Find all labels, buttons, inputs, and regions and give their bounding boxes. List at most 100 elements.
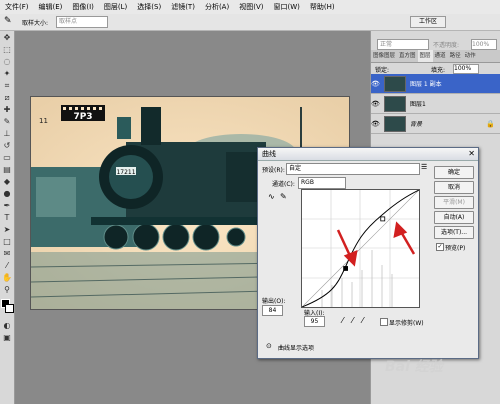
layer-name: 图层1 (410, 101, 426, 108)
expand-icon[interactable]: ⊙ (266, 342, 272, 350)
dialog-title: 曲线 (258, 148, 478, 161)
stamp-tool-icon[interactable]: ⊥ (2, 129, 12, 139)
brush-tool-icon[interactable]: ✎ (2, 117, 12, 127)
quick-mask-icon[interactable]: ◐ (2, 321, 12, 331)
smooth-button[interactable]: 平滑(M) (434, 196, 474, 209)
layer-thumbnail (384, 95, 406, 112)
lasso-tool-icon[interactable]: ◌ (2, 57, 12, 67)
options-button[interactable]: 选项(T)... (434, 226, 474, 239)
fill-input[interactable]: 100% (453, 64, 479, 74)
tab-channels[interactable]: 通道 (433, 50, 448, 62)
ok-button[interactable]: 确定 (434, 166, 474, 179)
menu-layer[interactable]: 图层(L) (99, 0, 132, 14)
tab-layers[interactable]: 图层 (417, 50, 433, 62)
output-field[interactable]: 84 (262, 305, 283, 316)
curve-edit-icon[interactable]: ∿ (268, 192, 275, 201)
layer-row-background[interactable]: 👁 背景 🔒 (371, 114, 500, 134)
lock-icon: 🔒 (486, 119, 495, 128)
panel-tabs: 图像图层 直方图 图层 通道 路径 动作 (371, 50, 500, 63)
menu-help[interactable]: 帮助(H) (305, 0, 340, 14)
layer-name: 背景 (410, 121, 423, 128)
clipping-checkbox[interactable] (380, 318, 388, 326)
menu-image[interactable]: 图像(I) (67, 0, 99, 14)
fill-label: 填充: (431, 67, 446, 74)
toolbox: ✥ ⬚ ◌ ✦ ⌗ ⧄ ✚ ✎ ⊥ ↺ ▭ ▤ ◆ ● ✒ T ➤ □ ✉ ⁄ … (0, 31, 15, 404)
sample-size-select[interactable]: 取样点 (56, 16, 108, 28)
eye-icon[interactable]: 👁 (371, 80, 380, 88)
side-number-text: 11 (39, 117, 48, 125)
layer-name: 图层 1 副本 (410, 81, 442, 88)
input-field[interactable]: 95 (304, 316, 325, 327)
close-icon[interactable]: ✕ (468, 149, 475, 158)
film-sign-text: 7P3 (73, 112, 92, 122)
slice-tool-icon[interactable]: ⧄ (2, 93, 12, 103)
menu-analysis[interactable]: 分析(A) (200, 0, 234, 14)
notes-tool-icon[interactable]: ✉ (2, 249, 12, 259)
eye-icon[interactable]: 👁 (371, 100, 380, 108)
clipping-label: 显示修剪(W) (389, 320, 424, 327)
menu-select[interactable]: 选择(S) (132, 0, 166, 14)
marquee-tool-icon[interactable]: ⬚ (2, 45, 12, 55)
output-label: 输出(O): (262, 298, 286, 305)
hand-tool-icon[interactable]: ✋ (2, 273, 12, 283)
lock-row: 锁定: 填充: 100% (371, 63, 500, 74)
menu-edit[interactable]: 编辑(E) (34, 0, 68, 14)
workspace-button[interactable]: 工作区 (410, 16, 446, 28)
lock-label: 锁定: (375, 67, 390, 74)
opacity-input[interactable]: 100% (471, 39, 497, 50)
blend-mode-select[interactable]: 正常 (377, 39, 429, 50)
opacity-label: 不透明度: (433, 42, 460, 49)
menu-filter[interactable]: 滤镜(T) (166, 0, 200, 14)
loco-number-plate: 17211 (116, 169, 135, 176)
blur-tool-icon[interactable]: ◆ (2, 177, 12, 187)
preset-menu-icon[interactable]: ☰ (421, 163, 427, 171)
preset-label: 预设(R): (262, 167, 285, 174)
channel-select[interactable]: RGB (298, 177, 346, 189)
menu-view[interactable]: 视图(V) (234, 0, 268, 14)
layer-thumbnail (384, 115, 406, 132)
healing-tool-icon[interactable]: ✚ (2, 105, 12, 115)
move-tool-icon[interactable]: ✥ (2, 33, 12, 43)
curve-options-label[interactable]: 曲线显示选项 (278, 343, 314, 352)
channel-label: 通道(C): (272, 181, 295, 188)
layer-row-1[interactable]: 👁 图层1 (371, 94, 500, 114)
layer-thumbnail (384, 75, 406, 92)
cancel-button[interactable]: 取消 (434, 181, 474, 194)
screen-mode-icon[interactable]: ▣ (2, 333, 12, 343)
pencil-icon[interactable]: ✎ (280, 192, 287, 201)
type-tool-icon[interactable]: T (2, 213, 12, 223)
dodge-tool-icon[interactable]: ● (2, 189, 12, 199)
gray-eyedropper-icon[interactable]: ⁄ (352, 316, 353, 325)
color-swatches[interactable] (1, 299, 14, 319)
gradient-tool-icon[interactable]: ▤ (2, 165, 12, 175)
tab-paths[interactable]: 路径 (448, 50, 463, 62)
path-select-icon[interactable]: ➤ (2, 225, 12, 235)
curves-dialog: 曲线 ✕ 预设(R): 自定 ☰ 通道(C): RGB ∿ ✎ 输出(O): 8… (257, 147, 479, 359)
eraser-tool-icon[interactable]: ▭ (2, 153, 12, 163)
shape-tool-icon[interactable]: □ (2, 237, 12, 247)
layer-row-copy[interactable]: 👁 图层 1 副本 (371, 74, 500, 94)
white-eyedropper-icon[interactable]: ⁄ (362, 316, 363, 325)
tab-histogram[interactable]: 直方图 (397, 50, 418, 62)
zoom-tool-icon[interactable]: ⚲ (2, 285, 12, 295)
watermark: Bai 经验 (385, 359, 443, 375)
history-brush-icon[interactable]: ↺ (2, 141, 12, 151)
eyedropper-tool-icon[interactable]: ⁄ (2, 261, 12, 271)
preset-select[interactable]: 自定 (286, 163, 420, 175)
options-bar: ✎ 取样大小: 取样点 工作区 (0, 14, 500, 31)
menu-file[interactable]: 文件(F) (0, 0, 34, 14)
preview-label: 预览(P) (445, 245, 466, 252)
sample-size-label: 取样大小: (22, 20, 49, 27)
magic-wand-icon[interactable]: ✦ (2, 69, 12, 79)
auto-button[interactable]: 自动(A) (434, 211, 474, 224)
menu-window[interactable]: 窗口(W) (268, 0, 304, 14)
black-eyedropper-icon[interactable]: ⁄ (342, 316, 343, 325)
preview-checkbox[interactable]: ✓ (436, 243, 444, 251)
eyedropper-icon[interactable]: ✎ (4, 16, 12, 26)
crop-tool-icon[interactable]: ⌗ (2, 81, 12, 91)
tab-navigator[interactable]: 图像图层 (371, 50, 397, 62)
pen-tool-icon[interactable]: ✒ (2, 201, 12, 211)
menu-bar: 文件(F) 编辑(E) 图像(I) 图层(L) 选择(S) 滤镜(T) 分析(A) 视图(V)… (0, 0, 500, 15)
tab-actions[interactable]: 动作 (463, 50, 478, 62)
eye-icon[interactable]: 👁 (371, 120, 380, 128)
